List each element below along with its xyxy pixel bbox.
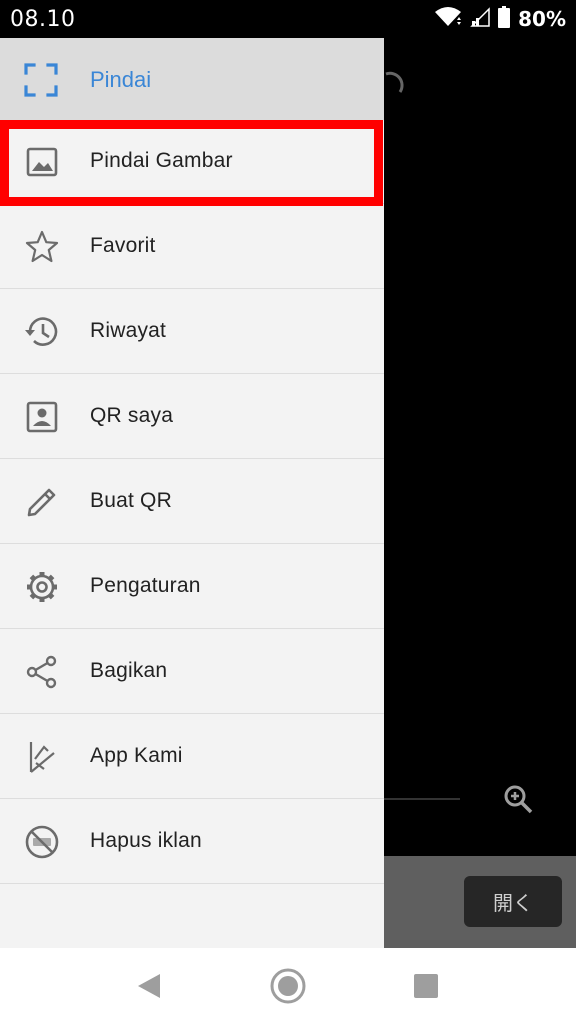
app-kami-icon (24, 739, 60, 775)
drawer-item-pindai-gambar[interactable]: Pindai Gambar (0, 120, 384, 204)
drawer-item-riwayat[interactable]: Riwayat (0, 290, 384, 374)
drawer-item-favorit[interactable]: Favorit (0, 205, 384, 289)
drawer-item-label: QR saya (90, 404, 174, 427)
status-bar: 08.10 80% (0, 0, 576, 38)
signal-icon (470, 6, 490, 32)
zoom-in-icon[interactable] (502, 783, 534, 820)
open-button[interactable]: 開く (464, 876, 562, 927)
drawer-item-label: Pindai Gambar (90, 149, 233, 172)
drawer-item-label: Pindai (90, 67, 152, 92)
drawer-item-label: App Kami (90, 744, 183, 767)
system-nav-bar (0, 948, 576, 1024)
bottom-panel: 開く (384, 856, 576, 948)
drawer-item-pengaturan[interactable]: Pengaturan (0, 545, 384, 629)
drawer-item-label: Hapus iklan (90, 829, 202, 852)
star-icon (24, 229, 60, 265)
drawer-item-label: Riwayat (90, 319, 167, 342)
drawer-item-app-kami[interactable]: App Kami (0, 715, 384, 799)
status-icons: 80% (434, 5, 566, 33)
no-ads-icon (24, 824, 60, 860)
share-icon (24, 654, 60, 690)
drawer-item-qr-saya[interactable]: QR saya (0, 375, 384, 459)
battery-icon (498, 5, 511, 33)
drawer-item-pindai[interactable]: Pindai (0, 38, 384, 120)
contact-card-icon (24, 399, 60, 435)
navigation-drawer: Pindai Pindai Gambar Favorit Riwayat QR … (0, 38, 384, 948)
back-icon[interactable] (136, 972, 162, 1005)
drawer-item-label: Favorit (90, 234, 156, 257)
battery-percent: 80% (518, 7, 566, 31)
drawer-item-label: Bagikan (90, 659, 168, 682)
recents-icon[interactable] (414, 974, 438, 998)
drawer-item-bagikan[interactable]: Bagikan (0, 630, 384, 714)
drawer-item-hapus-iklan[interactable]: Hapus iklan (0, 800, 384, 884)
image-icon (24, 144, 60, 180)
home-icon[interactable] (268, 966, 308, 1011)
status-time: 08.10 (10, 7, 76, 32)
wifi-icon (434, 6, 462, 33)
drawer-item-label: Pengaturan (90, 574, 201, 597)
scan-frame-icon (24, 63, 58, 97)
drawer-item-label: Buat QR (90, 489, 172, 512)
pencil-icon (24, 484, 60, 520)
zoom-slider-track[interactable] (384, 798, 460, 800)
drawer-item-buat-qr[interactable]: Buat QR (0, 460, 384, 544)
history-icon (24, 314, 60, 350)
gear-icon (24, 569, 60, 605)
